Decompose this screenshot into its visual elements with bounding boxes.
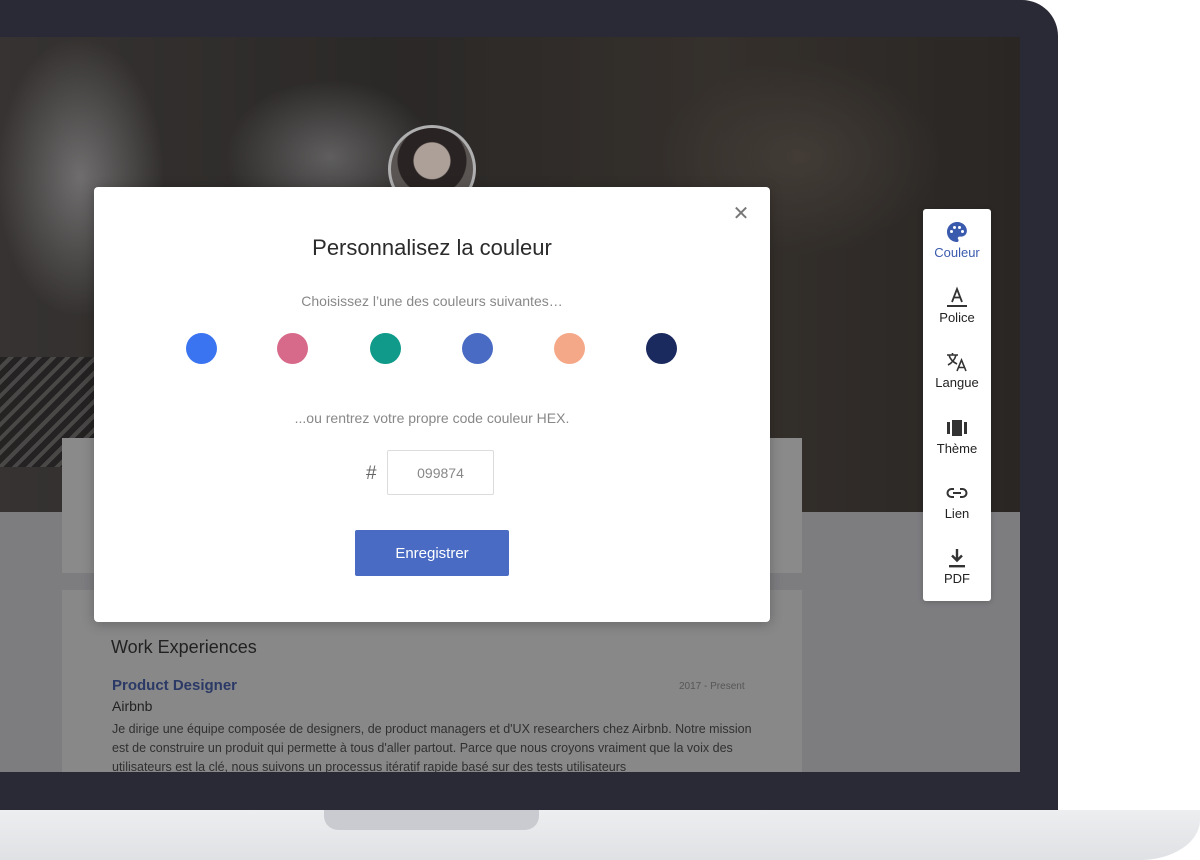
swatch-pink[interactable] [277,333,308,364]
download-icon [949,549,965,568]
tool-couleur[interactable]: Couleur [923,209,991,269]
link-icon [946,488,968,498]
tool-theme[interactable]: Thème [923,405,991,465]
hash-symbol: # [366,463,377,484]
modal-title: Personnalisez la couleur [312,235,552,260]
close-icon[interactable]: ✕ [732,204,750,224]
palette-icon [947,222,967,242]
tool-label: Lien [944,506,970,521]
swatch-blue[interactable] [186,333,217,364]
laptop-base [0,810,1200,860]
swatch-teal[interactable] [370,333,401,364]
color-modal: ✕ Personnalisez la couleur Choisissez l’… [94,187,770,622]
swatch-peach[interactable] [554,333,585,364]
laptop-notch [324,810,539,830]
swatch-indigo[interactable] [462,333,493,364]
theme-icon [947,420,967,436]
tool-label: PDF [944,571,970,586]
hex-color-input[interactable] [387,450,494,495]
font-icon [947,286,967,307]
save-button[interactable]: Enregistrer [355,530,509,576]
tool-pdf[interactable]: PDF [923,535,991,595]
modal-subtitle: Choisissez l’une des couleurs suivantes… [301,293,563,309]
tool-label: Police [939,310,975,325]
translate-icon [947,353,967,372]
tool-lien[interactable]: Lien [923,470,991,530]
tool-label: Thème [936,441,978,456]
customize-toolbar: Couleur Police Langue Thème Lien PDF [923,209,991,601]
swatch-navy[interactable] [646,333,677,364]
tool-label: Langue [935,375,979,390]
tool-police[interactable]: Police [923,274,991,334]
tool-langue[interactable]: Langue [923,339,991,399]
tool-label: Couleur [934,245,980,260]
color-swatches [94,333,770,365]
hex-hint: ...ou rentrez votre propre code couleur … [294,410,570,426]
